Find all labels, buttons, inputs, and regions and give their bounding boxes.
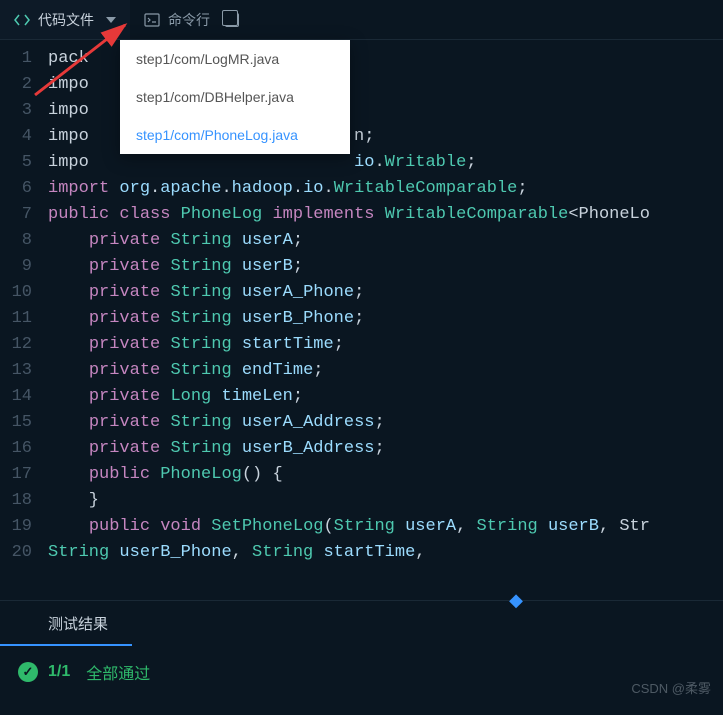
results-tab-label: 测试结果 — [48, 616, 108, 633]
code-icon — [14, 12, 30, 28]
tab-label: 代码文件 — [38, 10, 94, 30]
terminal-icon — [144, 12, 160, 28]
tab-terminal[interactable]: 命令行 — [130, 0, 254, 39]
dropdown-item-label: step1/com/LogMR.java — [136, 51, 279, 67]
tab-label: 命令行 — [168, 10, 210, 30]
chevron-down-icon — [106, 17, 116, 23]
test-status-text: 全部通过 — [86, 660, 150, 684]
watermark-text: CSDN @柔雾 — [631, 678, 711, 697]
check-circle-icon: ✓ — [18, 662, 38, 682]
results-panel: 测试结果 ✓ 1/1 全部通过 — [0, 600, 723, 698]
copy-icon[interactable] — [224, 12, 240, 28]
file-dropdown: step1/com/LogMR.java step1/com/DBHelper.… — [120, 40, 350, 154]
line-gutter: 1234567891011121314151617181920 — [0, 40, 48, 600]
dropdown-item-label: step1/com/PhoneLog.java — [136, 127, 298, 143]
dropdown-item[interactable]: step1/com/LogMR.java — [120, 40, 350, 78]
dropdown-item-label: step1/com/DBHelper.java — [136, 89, 294, 105]
results-tab[interactable]: 测试结果 — [0, 601, 132, 646]
scroll-indicator-icon: ◆ — [509, 590, 523, 611]
dropdown-item[interactable]: step1/com/PhoneLog.java — [120, 116, 350, 154]
dropdown-item[interactable]: step1/com/DBHelper.java — [120, 78, 350, 116]
tab-code-files[interactable]: 代码文件 — [0, 0, 130, 39]
test-score: 1/1 — [48, 663, 70, 681]
code-editor[interactable]: 1234567891011121314151617181920 packimpo… — [0, 40, 723, 600]
results-status-row: ✓ 1/1 全部通过 — [0, 646, 723, 698]
